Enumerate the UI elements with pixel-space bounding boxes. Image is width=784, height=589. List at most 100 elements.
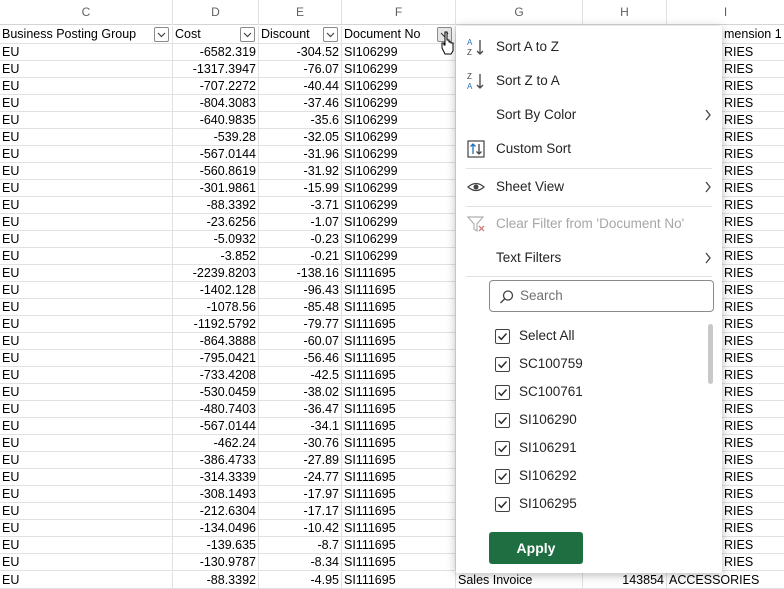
cell-document-no[interactable]: SI111695 [342, 282, 456, 299]
cell-discount[interactable]: -40.44 [259, 78, 342, 95]
cell-discount[interactable]: -27.89 [259, 452, 342, 469]
cell-cost[interactable]: -2239.8203 [173, 265, 259, 282]
column-header-e[interactable]: E [259, 0, 342, 25]
cell-dimension[interactable]: RIES [722, 537, 784, 554]
cell-discount[interactable]: -37.46 [259, 95, 342, 112]
cell-document-no[interactable]: SI111695 [342, 418, 456, 435]
cell-dimension[interactable]: RIES [722, 452, 784, 469]
cell-cost[interactable]: -640.9835 [173, 112, 259, 129]
cell-dimension[interactable]: RIES [722, 299, 784, 316]
cell-dimension[interactable]: ACCESSORIES [667, 572, 784, 589]
cell-business-posting-group[interactable]: EU [0, 180, 173, 197]
filter-dropdown-button[interactable] [240, 27, 255, 42]
cell-cost[interactable]: -1317.3947 [173, 61, 259, 78]
cell-document-no[interactable]: SI106299 [342, 248, 456, 265]
cell-document-no[interactable]: SI111695 [342, 299, 456, 316]
cell-business-posting-group[interactable]: EU [0, 163, 173, 180]
cell-cost[interactable]: -560.8619 [173, 163, 259, 180]
cell-dimension[interactable]: RIES [722, 418, 784, 435]
cell-business-posting-group[interactable]: EU [0, 469, 173, 486]
cell-dimension[interactable]: RIES [722, 469, 784, 486]
cell-discount[interactable]: -76.07 [259, 61, 342, 78]
cell-dimension[interactable]: RIES [722, 197, 784, 214]
cell-discount[interactable]: -35.6 [259, 112, 342, 129]
cell-cost[interactable]: -795.0421 [173, 350, 259, 367]
cell-cost[interactable]: -139.635 [173, 537, 259, 554]
cell-business-posting-group[interactable]: EU [0, 282, 173, 299]
cell-document-no[interactable]: SI106299 [342, 44, 456, 61]
cell-discount[interactable]: -31.96 [259, 146, 342, 163]
cell-dimension[interactable]: RIES [722, 503, 784, 520]
cell-document-no[interactable]: SI111695 [342, 469, 456, 486]
filter-dropdown-button[interactable] [323, 27, 338, 42]
cell-cost[interactable]: -567.0144 [173, 418, 259, 435]
checkbox-checked-icon[interactable] [495, 385, 510, 400]
column-header-h[interactable]: H [583, 0, 667, 25]
cell-cost[interactable]: -480.7403 [173, 401, 259, 418]
cell-business-posting-group[interactable]: EU [0, 44, 173, 61]
cell-document-no[interactable]: SI111695 [342, 350, 456, 367]
menu-item-sheet-view[interactable]: Sheet View [456, 172, 722, 202]
cell-document-no[interactable]: SI111695 [342, 452, 456, 469]
cell-business-posting-group[interactable]: EU [0, 61, 173, 78]
cell-dimension[interactable]: RIES [722, 214, 784, 231]
cell-document-no[interactable]: SI111695 [342, 503, 456, 520]
cell-cost[interactable]: -567.0144 [173, 146, 259, 163]
cell-discount[interactable]: -96.43 [259, 282, 342, 299]
cell-discount[interactable]: -0.23 [259, 231, 342, 248]
cell-discount[interactable]: -304.52 [259, 44, 342, 61]
cell-discount[interactable]: -60.07 [259, 333, 342, 350]
cell-discount[interactable]: -17.17 [259, 503, 342, 520]
menu-item-text-filters[interactable]: Text Filters [456, 243, 722, 273]
checkbox-checked-icon[interactable] [495, 497, 510, 512]
cell-dimension[interactable]: RIES [722, 486, 784, 503]
cell-dimension[interactable]: RIES [722, 316, 784, 333]
cell-dimension[interactable]: RIES [722, 367, 784, 384]
cell-cost[interactable]: -530.0459 [173, 384, 259, 401]
cell-document-no[interactable]: SI106299 [342, 180, 456, 197]
cell-document-no[interactable]: SI106299 [342, 129, 456, 146]
cell-cost[interactable]: -212.6304 [173, 503, 259, 520]
cell-cost[interactable]: -707.2272 [173, 78, 259, 95]
cell-dimension[interactable]: RIES [722, 78, 784, 95]
cell-document-no[interactable]: SI111695 [342, 537, 456, 554]
menu-item-sort-a-to-z[interactable]: A Z Sort A to Z [456, 32, 722, 62]
cell-business-posting-group[interactable]: EU [0, 146, 173, 163]
cell-dimension[interactable]: RIES [722, 435, 784, 452]
cell-dimension[interactable]: RIES [722, 163, 784, 180]
header-cell-business-posting-group[interactable]: Business Posting Group [0, 26, 173, 44]
cell-cost[interactable]: -88.3392 [173, 197, 259, 214]
cell-business-posting-group[interactable]: EU [0, 367, 173, 384]
cell-dimension[interactable]: RIES [722, 231, 784, 248]
header-cell-dimension[interactable]: mension 1 [722, 26, 784, 44]
column-header-f[interactable]: F [342, 0, 456, 25]
cell-document-type[interactable]: Sales Invoice [456, 572, 583, 589]
cell-business-posting-group[interactable]: EU [0, 503, 173, 520]
cell-dimension[interactable]: RIES [722, 112, 784, 129]
cell-cost[interactable]: -6582.319 [173, 44, 259, 61]
cell-business-posting-group[interactable]: EU [0, 231, 173, 248]
checkbox-checked-icon[interactable] [495, 413, 510, 428]
cell-dimension[interactable]: RIES [722, 282, 784, 299]
cell-cost[interactable]: -130.9787 [173, 554, 259, 571]
cell-discount[interactable]: -3.71 [259, 197, 342, 214]
cell-cost[interactable]: -804.3083 [173, 95, 259, 112]
cell-dimension[interactable]: RIES [722, 44, 784, 61]
cell-business-posting-group[interactable]: EU [0, 333, 173, 350]
cell-document-no[interactable]: SI106299 [342, 197, 456, 214]
checkbox-checked-icon[interactable] [495, 441, 510, 456]
cell-dimension[interactable]: RIES [722, 401, 784, 418]
cell-discount[interactable]: -38.02 [259, 384, 342, 401]
cell-cost[interactable]: -301.9861 [173, 180, 259, 197]
cell-business-posting-group[interactable]: EU [0, 112, 173, 129]
cell-discount[interactable]: -15.99 [259, 180, 342, 197]
cell-business-posting-group[interactable]: EU [0, 384, 173, 401]
cell-dimension[interactable]: RIES [722, 248, 784, 265]
filter-search-input[interactable]: Search [489, 280, 714, 312]
menu-item-custom-sort[interactable]: Custom Sort [456, 134, 722, 164]
cell-business-posting-group[interactable]: EU [0, 401, 173, 418]
cell-business-posting-group[interactable]: EU [0, 197, 173, 214]
cell-document-no[interactable]: SI111695 [342, 520, 456, 537]
cell-cost[interactable]: -308.1493 [173, 486, 259, 503]
cell-business-posting-group[interactable]: EU [0, 486, 173, 503]
